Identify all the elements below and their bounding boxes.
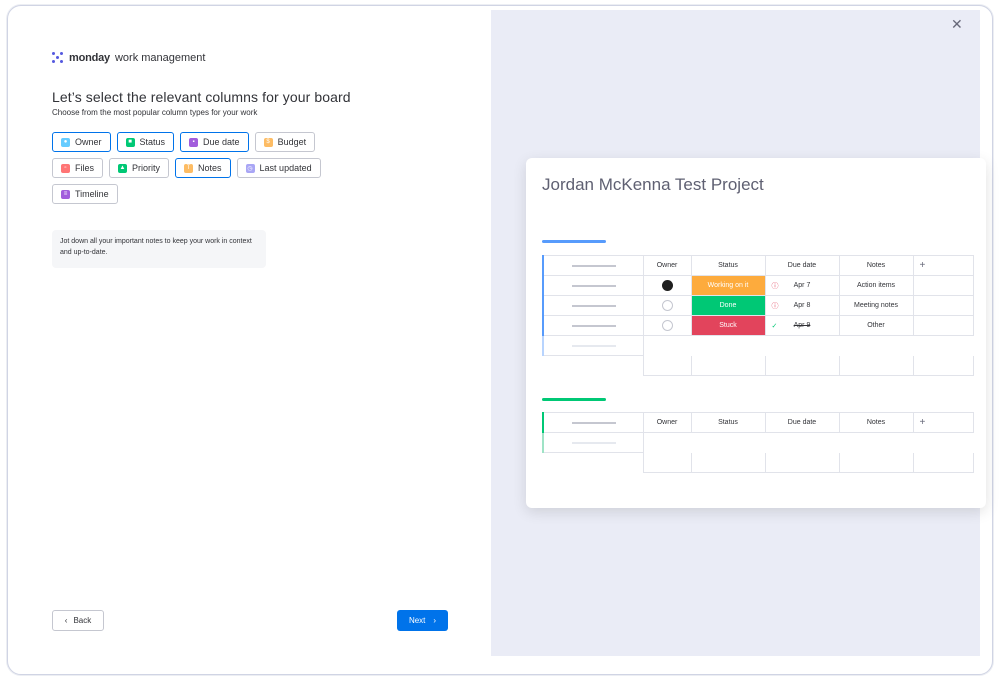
files-icon: ▫ <box>61 163 70 173</box>
alert-icon: ⓘ <box>771 282 779 290</box>
group-1-indicator <box>542 240 606 243</box>
last-updated-icon: ◷ <box>245 163 255 173</box>
board-preview: Jordan McKenna Test Project Owner Status… <box>526 158 986 508</box>
chip-priority[interactable]: ▲ Priority <box>109 158 170 178</box>
table-footer-row <box>543 452 974 473</box>
monday-logo-icon <box>52 52 64 64</box>
chip-owner[interactable]: ● Owner <box>52 132 111 152</box>
page-subtitle: Choose from the most popular column type… <box>52 108 258 117</box>
brand-name: monday <box>69 52 110 64</box>
chevron-left-icon: ‹ <box>64 616 68 625</box>
table-footer-row <box>543 355 974 376</box>
chevron-right-icon: › <box>433 616 437 625</box>
column-chips: ● Owner ■ Status ▪ Due date $ Budget ▫ Files … <box>52 132 342 210</box>
brand-suffix: work management <box>114 52 206 64</box>
chip-due-date[interactable]: ▪ Due date <box>180 132 249 152</box>
calendar-icon: ▪ <box>189 137 199 147</box>
timeline-icon: ≡ <box>61 189 70 199</box>
column-description: Jot down all your important notes to kee… <box>52 230 266 268</box>
next-button[interactable]: Next › <box>397 610 448 631</box>
priority-icon: ▲ <box>118 163 128 173</box>
notes-icon: T <box>184 163 194 173</box>
chip-last-updated[interactable]: ◷ Last updated <box>236 158 321 178</box>
add-column-icon[interactable]: + <box>912 412 974 433</box>
table-row: Done ⓘ Apr 8 Meeting notes <box>542 295 974 316</box>
alert-icon: ⓘ <box>771 302 779 310</box>
chip-files[interactable]: ▫ Files <box>52 158 104 178</box>
person-icon: ● <box>61 137 70 147</box>
page-title: Let’s select the relevant columns for yo… <box>52 89 351 105</box>
avatar <box>661 280 673 291</box>
check-icon: ✓ <box>771 322 778 330</box>
table-row <box>542 335 973 356</box>
close-icon[interactable]: ✕ <box>951 16 963 33</box>
chip-timeline[interactable]: ≡ Timeline <box>52 184 118 204</box>
avatar-placeholder-icon <box>661 320 673 331</box>
chip-status[interactable]: ■ Status <box>116 132 175 152</box>
table-row <box>542 432 973 453</box>
budget-icon: $ <box>263 137 273 147</box>
chip-notes[interactable]: T Notes <box>175 158 231 178</box>
add-column-icon[interactable]: + <box>912 255 974 276</box>
table-header-row: Owner Status Due date Notes + <box>542 255 974 276</box>
group-1-table: Owner Status Due date Notes + Working on… <box>542 255 974 376</box>
chip-budget[interactable]: $ Budget <box>254 132 316 152</box>
brand-logo: monday work management <box>52 52 205 64</box>
table-header-row: Owner Status Due date Notes + <box>542 412 974 433</box>
group-2-table: Owner Status Due date Notes + <box>542 412 974 473</box>
avatar-placeholder-icon <box>661 300 673 311</box>
table-row: Stuck ✓ Apr 9 Other <box>542 315 974 336</box>
status-icon: ■ <box>125 137 135 147</box>
table-row: Working on it ⓘ Apr 7 Action items <box>542 275 974 296</box>
group-2-indicator <box>542 398 606 401</box>
back-button[interactable]: ‹ Back <box>52 610 104 631</box>
board-title: Jordan McKenna Test Project <box>542 175 764 194</box>
